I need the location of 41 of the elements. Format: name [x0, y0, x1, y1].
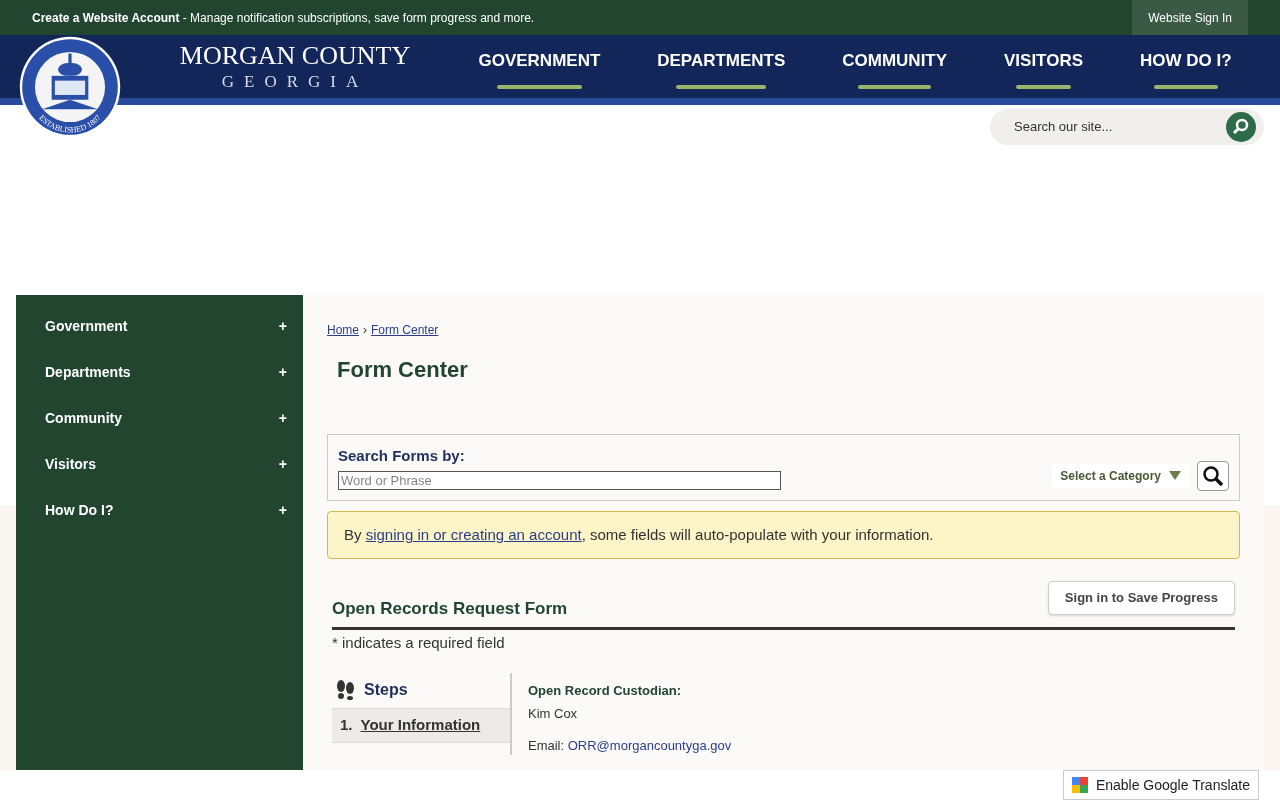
nav-menu-item[interactable]: GOVERNMENT — [478, 43, 601, 90]
save-progress-button[interactable]: Sign in to Save Progress — [1047, 581, 1235, 615]
site-name: MORGAN COUNTY — [179, 43, 411, 69]
nav-menu-item[interactable]: HOW DO I? — [1139, 43, 1232, 90]
create-account-link[interactable]: Create a Website Account — [32, 10, 180, 25]
site-subtitle: GEORGIA — [221, 73, 369, 90]
site-search-field[interactable]: Search our site... — [990, 109, 1264, 145]
sign-in-notice: By signing in or creating an account, some fields will auto-populate with your information. — [327, 511, 1240, 559]
custodian-label: Open Record Custodian: — [528, 681, 683, 700]
breadcrumb-link[interactable]: Form Center — [371, 321, 439, 339]
google-translate-button[interactable]: Enable Google Translate — [1062, 770, 1259, 800]
sidebar-item[interactable]: Community + — [16, 395, 303, 441]
nav-menu-item[interactable]: COMMUNITY — [842, 43, 948, 90]
google-logo-icon — [1071, 777, 1088, 793]
search-icon[interactable] — [1226, 112, 1256, 142]
caret-icon — [1169, 471, 1181, 480]
email-line: Email: ORR@morgancountyga.gov — [528, 736, 732, 755]
sidebar-item[interactable]: Visitors + — [16, 441, 303, 487]
sign-in-link[interactable]: signing in or creating an account — [365, 526, 582, 543]
nav-menu-item[interactable]: VISITORS — [1004, 43, 1084, 90]
sidebar-item[interactable]: Government + — [16, 303, 303, 349]
footprints-icon — [336, 680, 356, 700]
nav-menu-item[interactable]: DEPARTMENTS — [657, 43, 786, 90]
required-field-note: * indicates a required field — [332, 633, 506, 653]
form-title: Open Records Request Form — [332, 597, 568, 620]
search-forms-heading: Search Forms by: — [338, 445, 466, 466]
page-title: Form Center — [337, 356, 469, 384]
breadcrumb-separator: › — [363, 322, 367, 339]
account-banner-text: Create a Website Account - Manage notification subscriptions, save form progress and more. — [32, 9, 535, 27]
search-icon — [1202, 464, 1224, 487]
category-dropdown[interactable]: Select a Category — [1052, 463, 1189, 488]
steps-heading: Steps — [364, 680, 408, 700]
form-search-field[interactable]: Word or Phrase — [338, 471, 781, 491]
search-button[interactable] — [1197, 460, 1229, 491]
email-link[interactable]: ORR@morgancountyga.gov — [567, 737, 732, 753]
breadcrumb-link[interactable]: Home — [327, 321, 359, 339]
sidebar-item[interactable]: Departments + — [16, 349, 303, 395]
sidebar-item[interactable]: How Do I? + — [16, 487, 303, 533]
sign-in-button[interactable]: Website Sign In — [1132, 0, 1248, 35]
step-item[interactable]: 1. Your Information — [332, 708, 510, 743]
custodian-name: Kim Cox — [528, 705, 579, 723]
